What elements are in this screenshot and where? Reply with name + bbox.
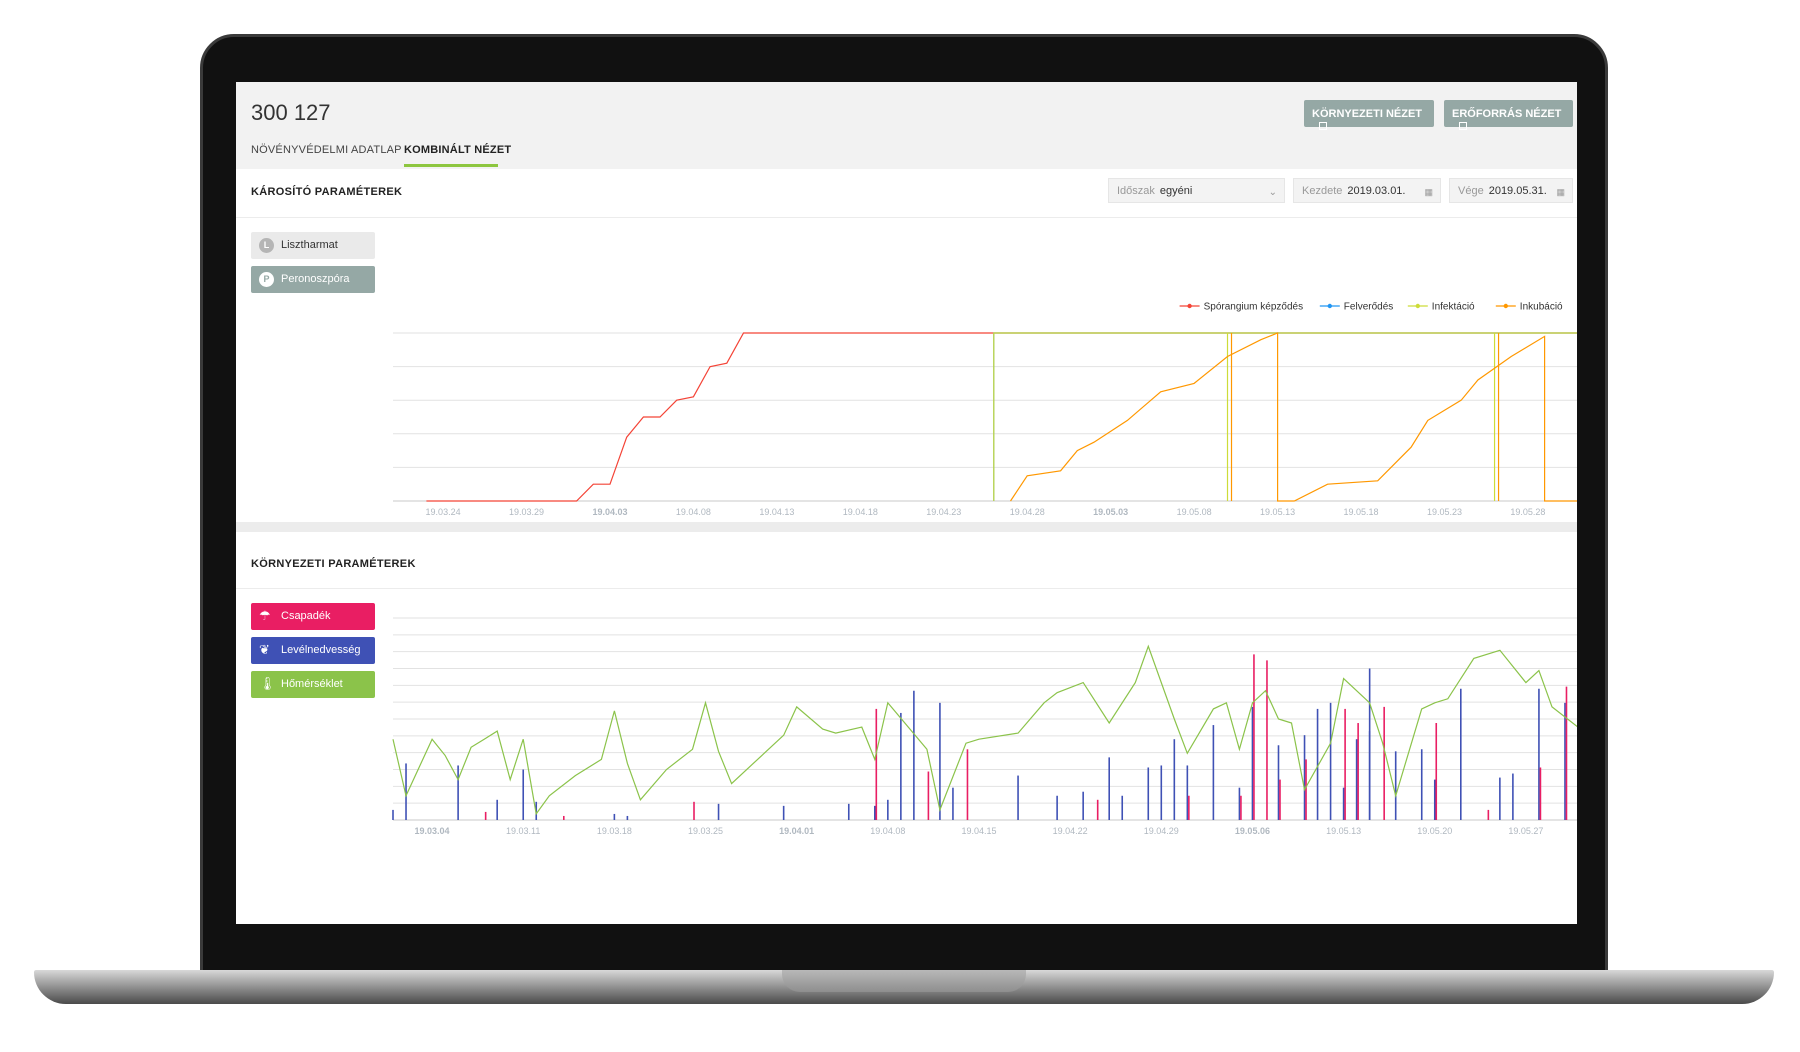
- csapadek-label: Csapadék: [281, 610, 331, 622]
- section-band: [236, 522, 1577, 532]
- peronoszpora-letter: P: [259, 272, 274, 287]
- x-tick-label: 19.05.08: [1177, 507, 1212, 517]
- legend-label: Inkubáció: [1520, 302, 1563, 313]
- x-tick-label: 19.05.18: [1344, 507, 1379, 517]
- calendar-icon: ▦: [1556, 187, 1565, 197]
- peronoszpora-button[interactable]: P Peronoszpóra: [251, 266, 375, 293]
- x-tick-label: 19.04.08: [676, 507, 711, 517]
- legend-marker: [1327, 303, 1332, 309]
- csapadek-button[interactable]: ☂ Csapadék: [251, 603, 375, 630]
- end-value: 2019.05.31.: [1488, 185, 1547, 197]
- series-line: [392, 644, 1577, 816]
- period-select[interactable]: Időszak egyéni ⌄: [1108, 178, 1285, 203]
- cloud-rain-icon: ☂: [259, 608, 271, 623]
- period-value: egyéni: [1159, 185, 1193, 197]
- x-tick-label: 19.04.29: [1144, 826, 1179, 836]
- lisztharmat-button[interactable]: L Lisztharmat: [251, 232, 375, 259]
- kornyezeti-nezet-label: KÖRNYEZETI NÉZET: [1312, 108, 1423, 120]
- x-tick-label: 19.04.22: [1053, 826, 1088, 836]
- levelnedvesseg-label: Levélnedvesség: [281, 644, 361, 656]
- legend-label: Infektáció: [1432, 302, 1475, 313]
- homerseklet-button[interactable]: 🌡 Hőmérséklet: [251, 671, 375, 698]
- x-tick-label: 19.04.28: [1010, 507, 1045, 517]
- legend-marker: [1415, 303, 1421, 309]
- levelnedvesseg-button[interactable]: ❦ Levélnedvesség: [251, 637, 375, 664]
- kornyezeti-nezet-button[interactable]: KÖRNYEZETI NÉZET: [1304, 100, 1434, 130]
- x-tick-label: 19.04.13: [759, 507, 794, 517]
- x-tick-label: 19.05.23: [1427, 507, 1462, 517]
- x-tick-label: 19.04.01: [779, 826, 814, 836]
- x-tick-label: 19.03.29: [509, 507, 544, 517]
- x-tick-label: 19.03.24: [426, 507, 461, 517]
- lisztharmat-label: Lisztharmat: [281, 239, 338, 251]
- x-tick-label: 19.03.04: [415, 826, 450, 836]
- series-line: [1009, 332, 1577, 502]
- end-label: Vége: [1458, 185, 1484, 197]
- x-tick-label: 19.03.18: [597, 826, 632, 836]
- page-title: 300 127: [251, 100, 331, 125]
- lisztharmat-letter: L: [259, 238, 274, 253]
- laptop-notch: [782, 970, 1026, 992]
- tab-kombinalt-nezet[interactable]: KOMBINÁLT NÉZET: [404, 144, 511, 156]
- harmful-section-title: KÁROSÍTÓ PARAMÉTEREK: [251, 186, 403, 198]
- laptop-frame: 300 127 NÖVÉNYVÉDELMI ADATLAP KOMBINÁLT …: [0, 0, 1800, 1052]
- app-screen: 300 127 NÖVÉNYVÉDELMI ADATLAP KOMBINÁLT …: [236, 82, 1577, 924]
- chevron-down-icon: ⌄: [1268, 187, 1277, 198]
- end-date-field[interactable]: Vége 2019.05.31. ▦: [1449, 178, 1573, 203]
- start-date-field[interactable]: Kezdete 2019.03.01. ▦: [1293, 178, 1441, 203]
- harmful-chart: 19.03.24 19.03.29 19.04.03 19.04.08 19.04.13…: [393, 302, 1577, 517]
- x-tick-label: 19.04.18: [843, 507, 878, 517]
- homerseklet-label: Hőmérséklet: [281, 678, 343, 690]
- legend-label: Spórangium képződés: [1204, 302, 1304, 313]
- eroforras-nezet-label: ERŐFORRÁS NÉZET: [1452, 108, 1562, 120]
- thermometer-icon: 🌡: [259, 676, 276, 691]
- series-line: [993, 332, 1577, 501]
- divider: [236, 588, 1577, 589]
- x-tick-label: 19.05.06: [1235, 826, 1270, 836]
- legend-label: Felverődés: [1344, 302, 1393, 313]
- divider: [236, 217, 1577, 218]
- calendar-icon: ▦: [1424, 187, 1433, 197]
- start-value: 2019.03.01.: [1347, 185, 1406, 197]
- series-line: [426, 332, 1577, 502]
- page-header: 300 127 NÖVÉNYVÉDELMI ADATLAP KOMBINÁLT …: [236, 82, 1577, 169]
- external-link-icon: [1459, 122, 1467, 130]
- external-link-icon: [1319, 122, 1327, 130]
- series-line: [993, 332, 1577, 501]
- x-tick-label: 19.05.20: [1417, 826, 1452, 836]
- peronoszpora-label: Peronoszpóra: [281, 273, 350, 285]
- x-tick-label: 19.05.13: [1326, 826, 1361, 836]
- x-tick-label: 19.04.23: [926, 507, 961, 517]
- eroforras-nezet-button[interactable]: ERŐFORRÁS NÉZET: [1444, 100, 1573, 130]
- legend-marker: [1503, 303, 1509, 309]
- environment-section-title: KÖRNYEZETI PARAMÉTEREK: [251, 558, 416, 570]
- x-tick-label: 19.05.27: [1508, 826, 1543, 836]
- start-label: Kezdete: [1302, 185, 1343, 197]
- x-tick-label: 19.03.25: [688, 826, 723, 836]
- period-label: Időszak: [1117, 185, 1155, 197]
- x-tick-label: 19.05.28: [1510, 507, 1545, 517]
- tab-novenyvedelmi-adatlap[interactable]: NÖVÉNYVÉDELMI ADATLAP: [251, 144, 402, 156]
- leaf-icon: ❦: [259, 642, 270, 657]
- legend-marker: [1187, 303, 1192, 309]
- x-tick-label: 19.05.13: [1260, 507, 1295, 517]
- active-tab-indicator: [404, 164, 498, 167]
- x-tick-label: 19.04.03: [592, 507, 627, 517]
- x-tick-label: 19.05.03: [1093, 507, 1128, 517]
- x-tick-label: 19.03.11: [506, 826, 540, 836]
- environment-chart: 19.03.04 19.03.11 19.03.18 19.03.25 19.04.01…: [392, 617, 1577, 836]
- x-tick-label: 19.04.08: [870, 826, 905, 836]
- x-tick-label: 19.04.15: [961, 826, 996, 836]
